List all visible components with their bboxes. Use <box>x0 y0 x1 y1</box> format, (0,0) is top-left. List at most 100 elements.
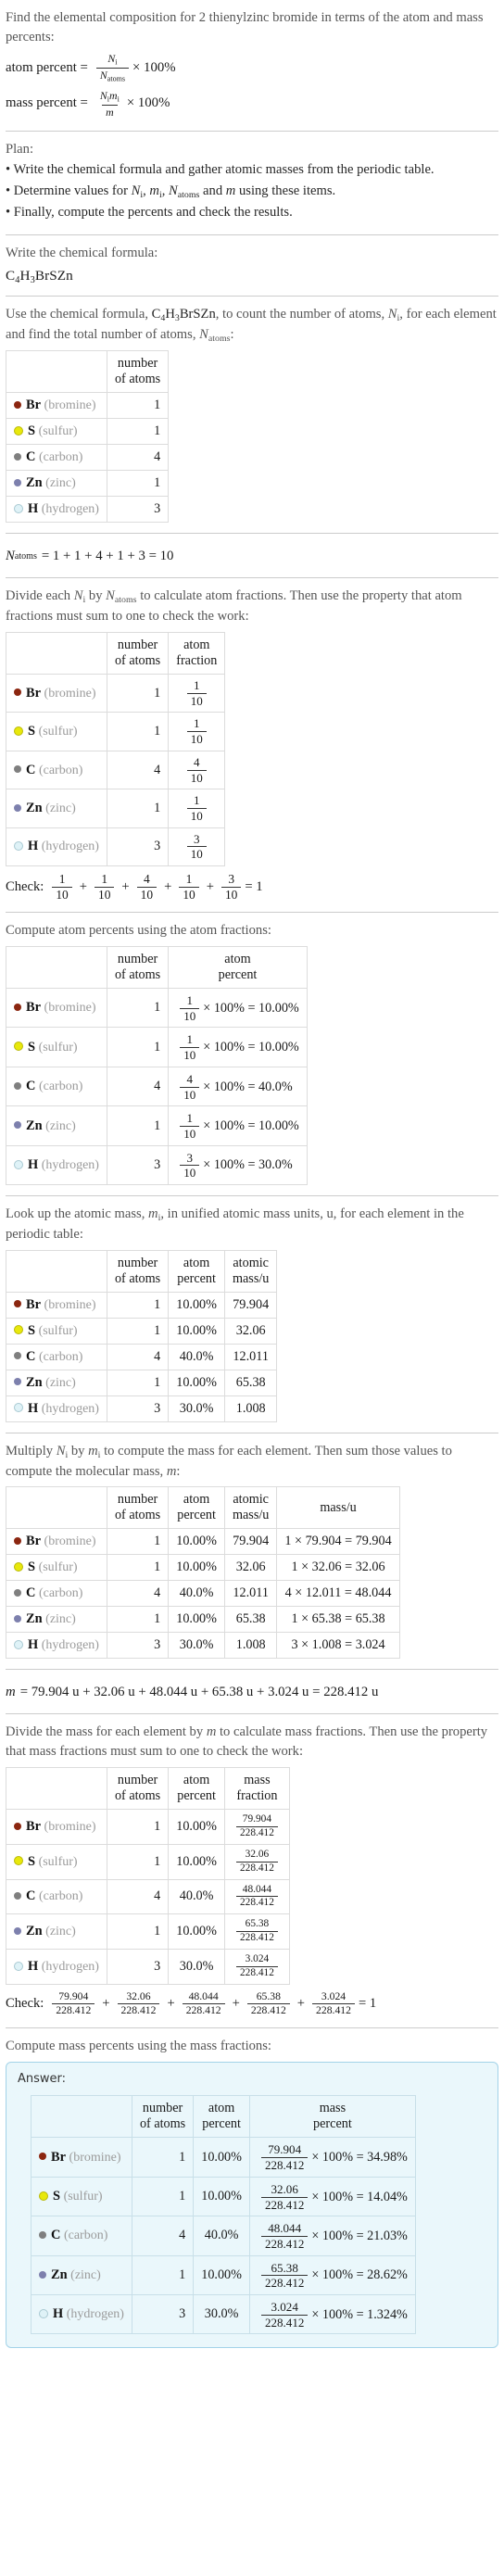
atom-percent: 10.00% <box>168 1317 225 1345</box>
mass-fraction: 48.044 228.412 <box>223 1878 290 1915</box>
mass-percent-expression: 79.904 228.412 × 100% = 34.98% <box>248 2137 416 2178</box>
element-color-dot <box>14 1562 23 1572</box>
element-name: (zinc) <box>45 1375 76 1390</box>
element-color-dot <box>14 803 21 812</box>
atom-percent: 10.00% <box>168 1808 225 1845</box>
mass-percent-expression: 48.044 228.412 × 100% = 21.03% <box>248 2216 416 2256</box>
table-row: H (hydrogen) 3 3 10 <box>6 827 226 867</box>
atomic-mass: 1.008 <box>223 1395 278 1422</box>
element-symbol: Br <box>51 2149 66 2165</box>
atom-fraction: 1 10 <box>168 789 226 828</box>
plan-bullet-3: • Finally, compute the percents and chec… <box>6 205 293 221</box>
atomic-mass: 65.38 <box>223 1606 278 1634</box>
element-name: (carbon) <box>38 1586 83 1601</box>
table-row: Br (bromine) 1 10.00% 79.904 <box>6 1291 278 1319</box>
table-row: Br (bromine) 1 10.00% 79.904 228.412 <box>6 1808 290 1845</box>
table-row: Zn (zinc) 1 10.00% 65.38 228.412 <box>6 1913 290 1951</box>
mass-fraction: 3.024 228.412 <box>223 1949 290 1986</box>
table-row: S (sulfur) 1 10.00% 32.06 228.412 <box>6 1843 290 1880</box>
table-row: Br (bromine) 1 <box>6 392 170 420</box>
atom-count: 1 <box>106 789 170 828</box>
atom-count: 1 <box>106 1027 170 1067</box>
molecular-mass-equation: m = 79.904 u + 32.06 u + 48.044 u + 65.38… <box>6 1685 379 1700</box>
element-color-dot <box>14 1537 21 1546</box>
element-color-dot <box>39 2270 46 2279</box>
element-cell: C (carbon) <box>31 2216 132 2256</box>
element-cell: Br (bromine) <box>6 674 107 713</box>
atomic-mass: 79.904 <box>223 1291 278 1319</box>
atom-fraction-check: Check: 1 10 + 1 10 + 4 10 + 1 10 + 3 10 = 1 <box>6 872 263 903</box>
col-atom-percent: atom percent <box>168 1249 225 1293</box>
mass-expression: 1 × 79.904 = 79.904 <box>276 1528 400 1556</box>
table-header-row: number of atoms atom percent atomic mass… <box>6 1486 400 1530</box>
element-cell: S (sulfur) <box>6 1554 107 1582</box>
atomic-mass: 12.011 <box>223 1343 278 1370</box>
element-symbol: S <box>28 724 36 739</box>
atom-percent: 10.00% <box>193 2254 250 2296</box>
col-number-of-atoms: number of atoms <box>106 1486 170 1530</box>
element-symbol: H <box>28 501 39 517</box>
atom-percent: 40.0% <box>193 2216 250 2256</box>
atom-count-section: Use the chemical formula, C4H3BrSZn, to … <box>6 297 498 535</box>
problem-statement-section: Find the elemental composition for 2 thi… <box>6 0 498 132</box>
element-symbol: S <box>53 2189 61 2203</box>
atom-fraction-prompt: Divide each Ni by Natoms to calculate at… <box>6 588 462 625</box>
element-color-dot <box>14 1081 21 1090</box>
atom-percent-expression: 1 10 × 100% = 10.00% <box>168 988 308 1029</box>
element-symbol: H <box>28 1400 39 1416</box>
atom-percent-prompt: Compute atom percents using the atom fra… <box>6 923 271 939</box>
mass-per-element-prompt: Multiply Ni by mi to compute the mass fo… <box>6 1443 452 1479</box>
element-name: (sulfur) <box>38 1040 78 1054</box>
element-color-dot <box>39 2153 46 2161</box>
table-row: C (carbon) 4 40.0% 48.044 228.412 <box>6 1878 290 1915</box>
element-name: (carbon) <box>38 763 83 777</box>
element-cell: S (sulfur) <box>6 418 107 446</box>
check-label: Check: <box>6 1996 44 2012</box>
element-name: (bromine) <box>44 1819 96 1834</box>
table-row: Br (bromine) 1 1 10 <box>6 674 226 713</box>
table-row: Zn (zinc) 1 1 10 × 100% = 10.00% <box>6 1105 308 1146</box>
element-symbol: Zn <box>26 1924 43 1939</box>
element-cell: Zn (zinc) <box>6 470 107 498</box>
element-color-dot <box>14 1378 21 1386</box>
mass-percent-fraction: Nimi m <box>96 90 123 118</box>
element-name: (sulfur) <box>38 1323 78 1338</box>
table-row: C (carbon) 4 4 10 × 100% = 40.0% <box>6 1066 308 1107</box>
mass-percent-formula: mass percent = Nimi m × 100% <box>6 90 498 118</box>
atomic-mass: 32.06 <box>223 1317 278 1345</box>
element-name: (hydrogen) <box>41 1401 99 1416</box>
mass-fraction-check: Check: 79.904 228.412 + 32.06 228.412 + 48.0… <box>6 1990 377 2017</box>
atom-count: 4 <box>106 1580 170 1608</box>
element-cell: Br (bromine) <box>6 1528 107 1556</box>
col-atom-percent: atom percent <box>168 1766 225 1810</box>
element-name: (hydrogen) <box>41 502 99 517</box>
atom-count: 1 <box>106 1843 170 1880</box>
col-element <box>6 631 107 676</box>
atom-percent-expression: 4 10 × 100% = 40.0% <box>168 1066 308 1107</box>
element-symbol: C <box>26 1079 36 1094</box>
element-color-dot <box>39 2231 46 2240</box>
element-cell: H (hydrogen) <box>6 827 107 867</box>
element-cell: Zn (zinc) <box>31 2254 132 2296</box>
atom-percent-expression: 1 10 × 100% = 10.00% <box>168 1105 308 1146</box>
table-row: C (carbon) 4 40.0% 12.011 <box>6 1343 278 1370</box>
atom-count: 1 <box>106 674 170 713</box>
element-color-dot <box>14 453 21 461</box>
element-symbol: Zn <box>26 1611 43 1627</box>
mass-percent-prompt: Compute mass percents using the mass fra… <box>6 2038 271 2053</box>
atom-percent-fraction: Ni Natoms <box>95 53 129 82</box>
mass-fraction-prompt: Divide the mass for each element by m to… <box>6 1724 488 1760</box>
mass-expression: 1 × 65.38 = 65.38 <box>276 1606 400 1634</box>
atom-percent-section: Compute atom percents using the atom fra… <box>6 913 498 1197</box>
table-row: Br (bromine) 1 1 10 × 100% = 10.00% <box>6 988 308 1029</box>
atom-count: 3 <box>131 2294 195 2335</box>
atom-percent-expression: 3 10 × 100% = 30.0% <box>168 1144 308 1186</box>
table-row: H (hydrogen) 3 30.0% 3.024 228.412 <box>6 1949 290 1986</box>
element-symbol: H <box>28 1637 39 1653</box>
element-name: (carbon) <box>38 1889 83 1904</box>
atom-count: 1 <box>106 1606 170 1634</box>
element-name: (sulfur) <box>63 2190 103 2203</box>
element-color-dot <box>14 1961 23 1971</box>
element-name: (hydrogen) <box>41 1638 99 1653</box>
col-number-of-atoms: number of atoms <box>106 946 170 990</box>
